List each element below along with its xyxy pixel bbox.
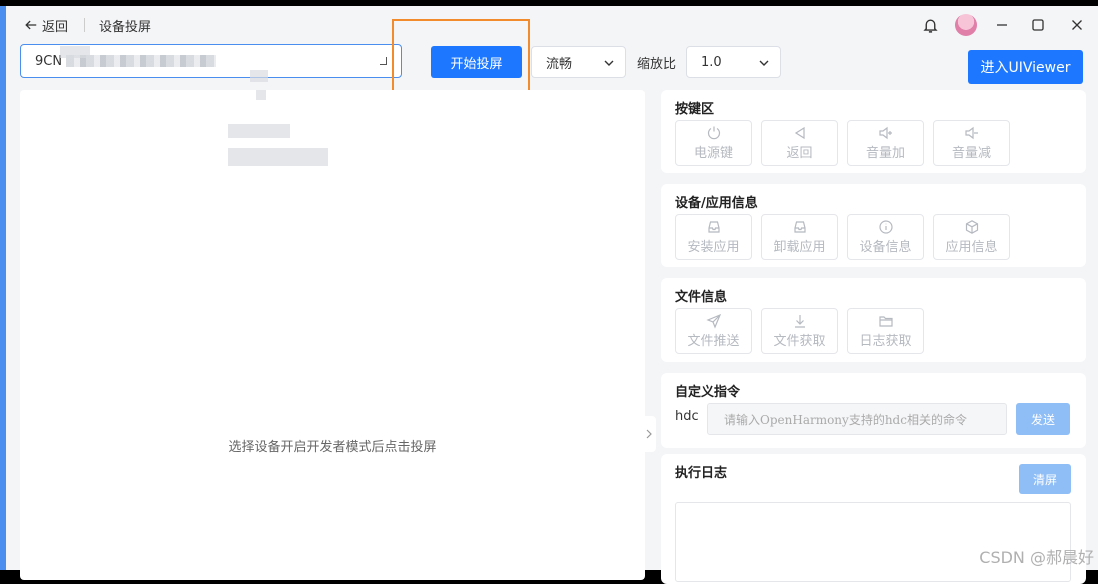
file-panel-title: 文件信息 — [675, 290, 728, 305]
device-info-button[interactable]: 设备信息 — [847, 214, 924, 260]
minimize-icon — [997, 24, 1007, 26]
back-button[interactable]: 返回 — [24, 16, 68, 35]
chevron-down-icon — [759, 60, 769, 66]
redacted-block — [228, 148, 328, 166]
redacted-block — [256, 90, 266, 100]
info-panel-title: 设备/应用信息 — [675, 196, 758, 211]
file-push-button[interactable]: 文件推送 — [675, 308, 752, 354]
notification-button[interactable] — [912, 6, 948, 44]
key-label: 电源键 — [693, 146, 733, 161]
redacted-block — [250, 70, 268, 82]
download-icon — [794, 315, 805, 328]
send-icon — [705, 313, 721, 329]
package-icon — [965, 220, 978, 234]
title-bar: 返回 设备投屏 — [6, 6, 1098, 44]
log-panel-title: 执行日志 — [675, 466, 728, 481]
window-edge-accent — [0, 6, 6, 570]
info-icon — [878, 220, 893, 234]
hdc-command-input[interactable]: 请输入OpenHarmony支持的hdc相关的命令 — [707, 403, 1007, 435]
key-label: 设备信息 — [859, 240, 912, 255]
install-icon — [707, 221, 720, 233]
folder-icon — [878, 316, 893, 327]
chevron-down-icon — [604, 60, 614, 66]
page-title: 设备投屏 — [99, 19, 152, 35]
key-label: 文件获取 — [773, 334, 826, 349]
back-triangle-icon — [794, 126, 805, 140]
collapse-panel-handle[interactable] — [642, 416, 656, 452]
minimize-button[interactable] — [984, 6, 1020, 44]
key-label: 应用信息 — [945, 240, 998, 255]
app-info-button[interactable]: 应用信息 — [933, 214, 1010, 260]
keys-panel-title: 按键区 — [675, 102, 715, 117]
select-corner-icon — [380, 57, 387, 65]
maximize-icon — [1032, 19, 1044, 31]
key-label: 卸载应用 — [773, 240, 826, 255]
watermark-text: CSDN @郝晨好 — [979, 548, 1094, 567]
send-command-button[interactable]: 发送 — [1016, 403, 1070, 435]
key-label: 文件推送 — [687, 334, 740, 349]
redacted-block — [60, 46, 90, 58]
uninstall-icon — [793, 221, 806, 233]
quality-select[interactable]: 流畅 — [531, 46, 626, 78]
volume-up-button[interactable]: 音量加 — [847, 120, 924, 166]
device-app-info-panel: 设备/应用信息 安装应用 卸载应用 设备信息 应用信息 — [661, 184, 1086, 267]
window-controls — [912, 6, 1098, 44]
custom-command-panel: 自定义指令 hdc 请输入OpenHarmony支持的hdc相关的命令 发送 — [661, 373, 1086, 448]
zoom-value: 1.0 — [701, 54, 722, 70]
key-label: 返回 — [786, 146, 813, 161]
key-label: 音量加 — [865, 146, 905, 161]
device-value: 9CN — [35, 53, 63, 69]
avatar — [955, 14, 977, 36]
quality-value: 流畅 — [546, 56, 573, 72]
power-icon — [707, 126, 720, 140]
file-info-panel: 文件信息 文件推送 文件获取 日志获取 — [661, 278, 1086, 362]
zoom-select[interactable]: 1.0 — [686, 46, 781, 78]
volume-down-icon — [964, 126, 978, 140]
log-output-area[interactable] — [675, 502, 1071, 582]
screen-mirror-area[interactable]: 选择设备开启开发者模式后点击投屏 — [20, 46, 645, 580]
title-divider — [84, 18, 86, 32]
back-key-button[interactable]: 返回 — [761, 120, 838, 166]
key-label: 日志获取 — [859, 334, 912, 349]
install-app-button[interactable]: 安装应用 — [675, 214, 752, 260]
app-window: 返回 设备投屏 9CN 开始投屏 流畅 缩放比 1.0 进入UIViewer 选… — [0, 6, 1098, 584]
back-label: 返回 — [42, 19, 69, 35]
volume-up-icon — [878, 126, 892, 140]
maximize-button[interactable] — [1020, 6, 1056, 44]
keys-panel: 按键区 电源键 返回 音量加 音量减 — [661, 90, 1086, 173]
power-key-button[interactable]: 电源键 — [675, 120, 752, 166]
log-fetch-button[interactable]: 日志获取 — [847, 308, 924, 354]
file-pull-button[interactable]: 文件获取 — [761, 308, 838, 354]
open-uiviewer-button[interactable]: 进入UIViewer — [968, 50, 1083, 84]
key-label: 安装应用 — [687, 240, 740, 255]
close-button[interactable] — [1056, 6, 1098, 44]
clear-log-button[interactable]: 清屏 — [1019, 464, 1071, 494]
hdc-label: hdc — [675, 409, 699, 424]
close-icon — [1072, 20, 1082, 30]
redacted-block — [228, 124, 290, 138]
screen-hint-text: 选择设备开启开发者模式后点击投屏 — [228, 440, 437, 455]
volume-down-button[interactable]: 音量减 — [933, 120, 1010, 166]
bell-icon — [922, 19, 938, 33]
key-label: 音量减 — [951, 146, 991, 161]
uninstall-app-button[interactable]: 卸载应用 — [761, 214, 838, 260]
user-avatar-button[interactable] — [948, 6, 984, 44]
cmd-panel-title: 自定义指令 — [675, 385, 741, 400]
start-mirroring-button[interactable]: 开始投屏 — [431, 46, 522, 78]
chevron-right-icon — [646, 429, 652, 439]
arrow-left-icon — [25, 20, 37, 30]
zoom-label: 缩放比 — [637, 57, 677, 72]
